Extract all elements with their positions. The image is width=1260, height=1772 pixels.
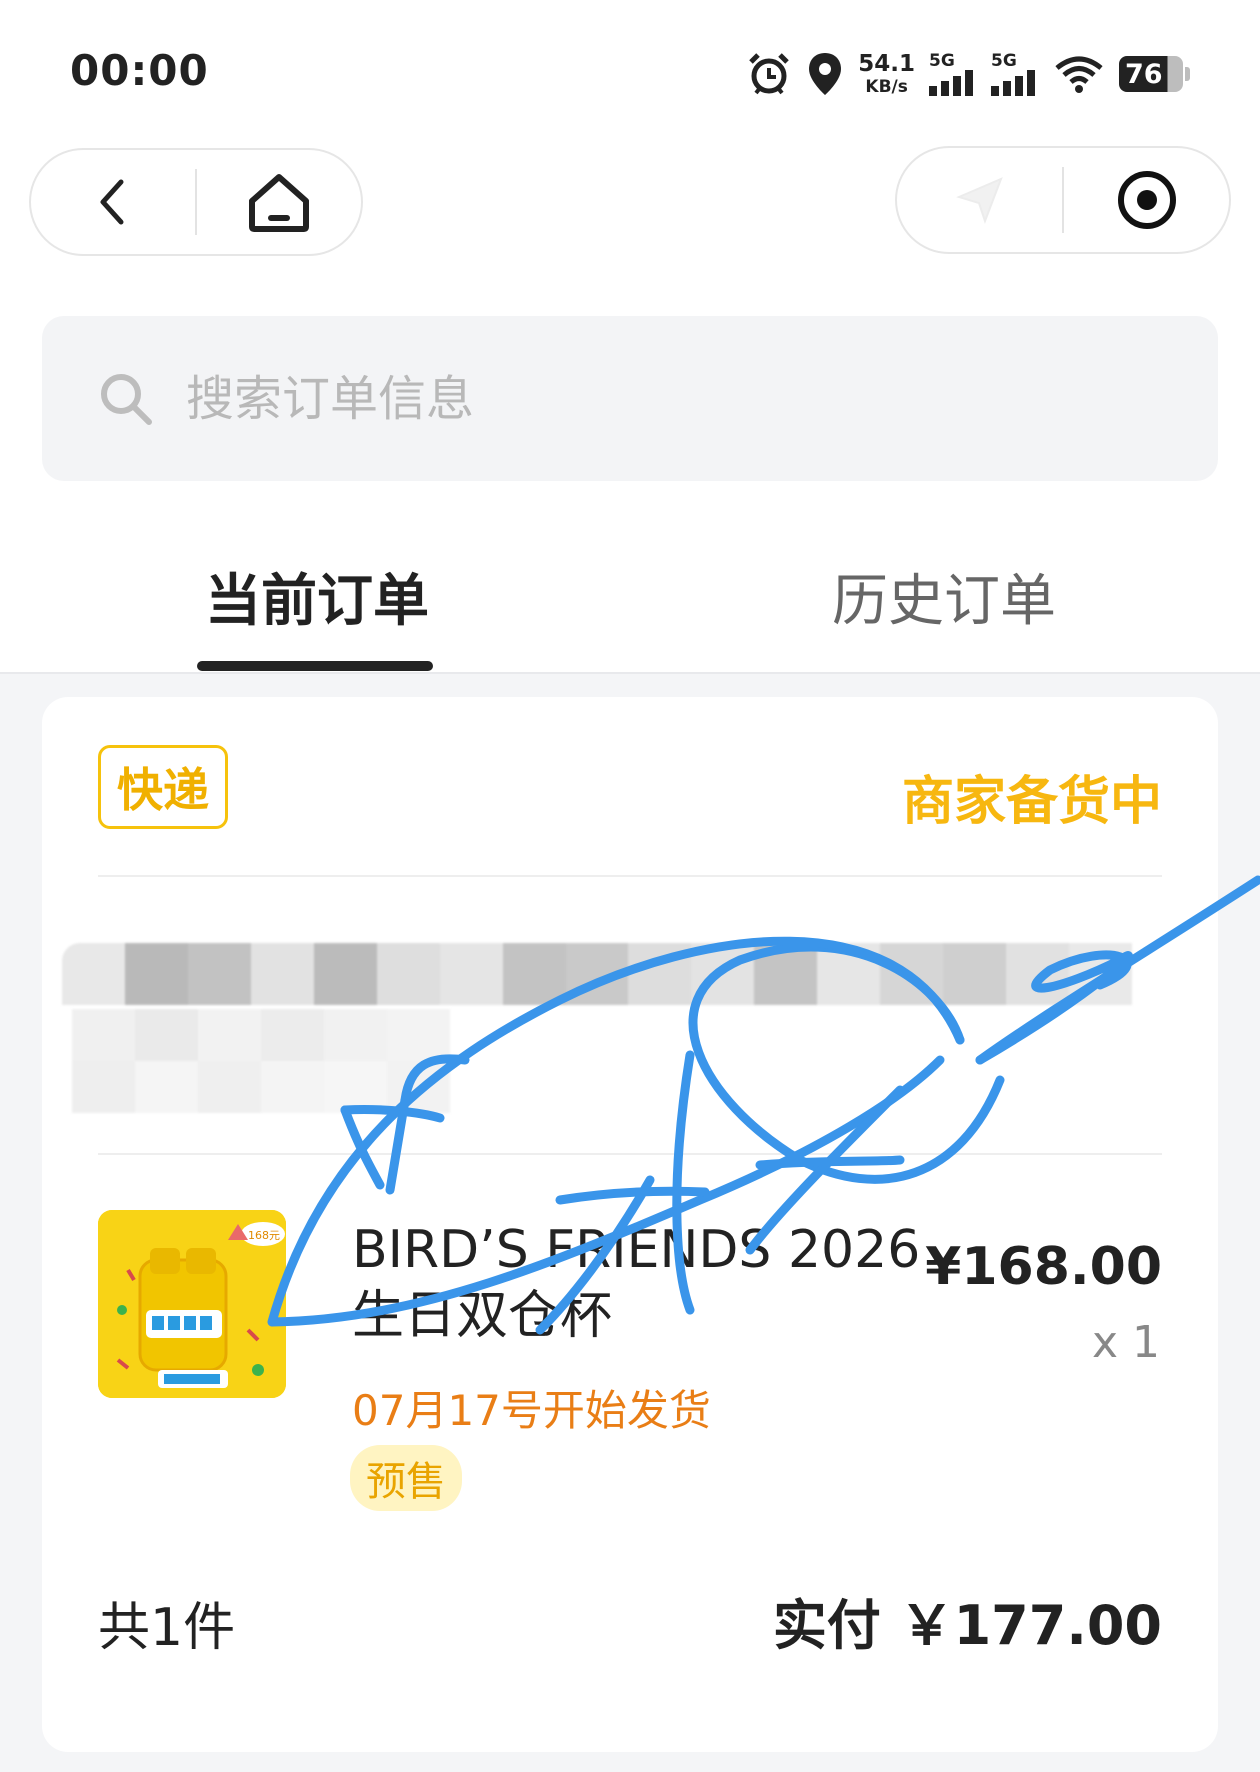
sim2-label: 5G [991, 50, 1017, 71]
divider [98, 1153, 1162, 1155]
nav-capsule-left [29, 148, 363, 256]
status-time: 00:00 [70, 46, 209, 95]
back-button[interactable] [31, 150, 195, 254]
address-redacted [62, 943, 1166, 1123]
tab-history-orders[interactable]: 历史订单 [832, 556, 1056, 637]
order-card[interactable]: 快递 商家备货中 168元 BIRD’S FRIENDS 2026 生日双仓杯 … [42, 697, 1218, 1752]
speed-value: 54.1 [858, 50, 915, 77]
amount-paid: 实付 ￥177.00 [772, 1594, 1162, 1657]
product-quantity: x 1 [1091, 1317, 1160, 1368]
search-input[interactable] [184, 369, 1088, 428]
target-icon [1117, 171, 1176, 229]
price-sticker: 168元 [248, 1229, 280, 1242]
search-icon [101, 373, 152, 425]
battery-level: 76 [1119, 56, 1183, 92]
divider [98, 875, 1162, 877]
network-speed: 54.1 KB/s [858, 50, 915, 97]
battery-nub [1185, 67, 1190, 81]
cup-image: 168元 [98, 1210, 286, 1398]
send-icon [955, 177, 1003, 224]
presale-tag: 预售 [350, 1445, 462, 1511]
header-area: 00:00 54.1 KB/s 5G 5G 76 搜索订单信息 当前订单 历史订… [0, 0, 1260, 674]
home-button[interactable] [197, 150, 361, 254]
sim1-signal: 5G [929, 50, 977, 96]
tab-current-orders[interactable]: 当前订单 [205, 556, 429, 637]
nav-capsule-right [895, 146, 1231, 254]
battery-indicator: 76 [1119, 56, 1190, 92]
signal-bars-icon [929, 69, 973, 96]
wifi-icon [1055, 56, 1103, 93]
order-status: 商家备货中 [901, 772, 1162, 832]
active-tab-indicator [197, 661, 433, 671]
location-icon [809, 53, 842, 95]
speed-unit: KB/s [865, 76, 908, 97]
record-button[interactable] [1064, 148, 1229, 252]
delivery-type-badge: 快递 [98, 745, 228, 829]
shipping-note: 07月17号开始发货 [352, 1386, 711, 1435]
share-button[interactable] [897, 148, 1062, 252]
search-bar[interactable] [42, 316, 1218, 481]
sim1-label: 5G [929, 50, 955, 71]
product-price: ¥168.00 [925, 1237, 1162, 1297]
home-icon [249, 174, 309, 232]
chevron-left-icon [100, 179, 124, 225]
product-thumbnail[interactable]: 168元 [98, 1210, 286, 1398]
status-icons: 54.1 KB/s 5G 5G 76 [746, 46, 1190, 102]
item-count: 共1件 [98, 1598, 236, 1658]
alarm-icon [749, 53, 790, 95]
sim2-signal: 5G [991, 50, 1039, 96]
signal-bars-icon [991, 69, 1035, 96]
product-title[interactable]: BIRD’S FRIENDS 2026 生日双仓杯 [352, 1217, 932, 1349]
